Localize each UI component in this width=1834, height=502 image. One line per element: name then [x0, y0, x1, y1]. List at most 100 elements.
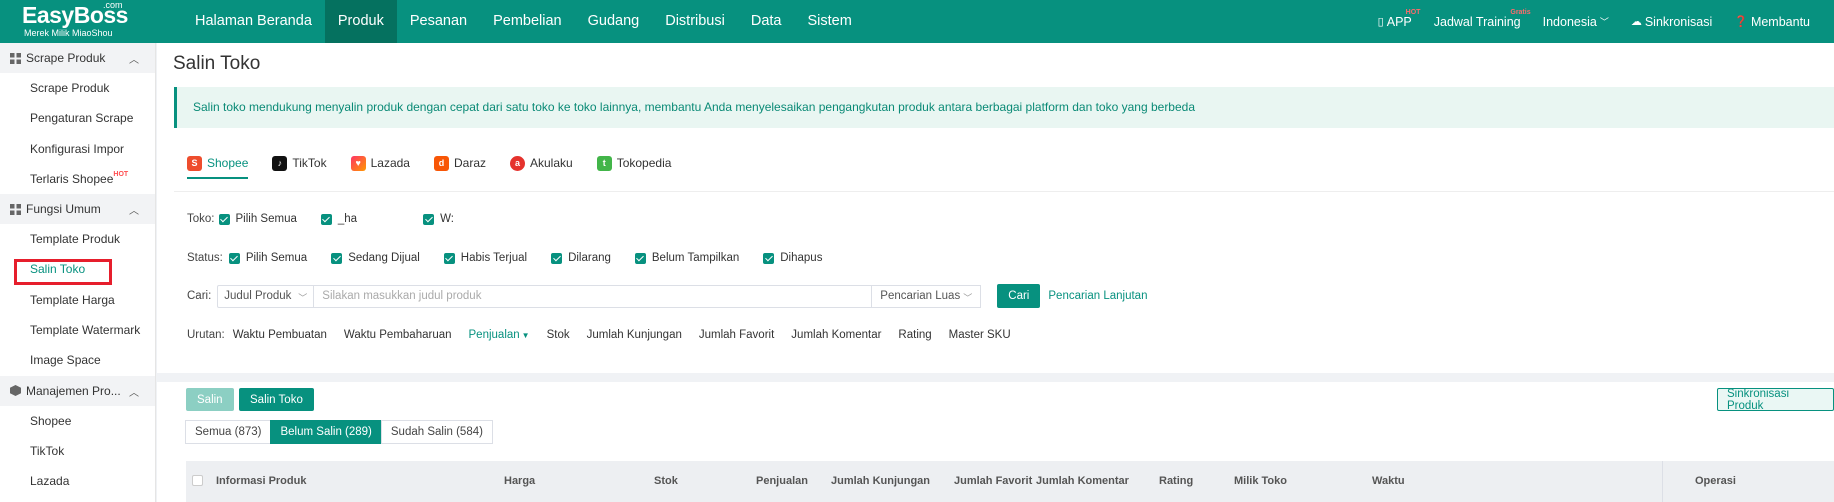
tab-akulaku[interactable]: a Akulaku	[510, 153, 573, 173]
nav-pembelian[interactable]: Pembelian	[480, 0, 575, 43]
sidebar-item-terlaris-shopee[interactable]: Terlaris Shopee HOT	[0, 164, 155, 194]
sidebar-item-template-produk[interactable]: Template Produk	[0, 224, 155, 254]
main-nav: Halaman Beranda Produk Pesanan Pembelian…	[182, 0, 865, 43]
sort-stok[interactable]: Stok	[547, 329, 570, 341]
language-select[interactable]: Indonesia ﹀	[1543, 15, 1609, 29]
status-checkbox-dihapus[interactable]: Dihapus	[763, 252, 822, 264]
training-free-badge: Gratis	[1510, 8, 1531, 16]
copy-shop-button[interactable]: Salin Toko	[239, 388, 314, 411]
sidebar-item-shopee[interactable]: Shopee	[0, 406, 155, 436]
sidebar-group-scrape[interactable]: Scrape Produk ︿	[0, 43, 155, 73]
nav-gudang[interactable]: Gudang	[575, 0, 653, 43]
checkbox-label: Habis Terjual	[460, 252, 528, 264]
sort-penjualan[interactable]: Penjualan ▼	[469, 329, 530, 341]
copy-button[interactable]: Salin	[186, 388, 234, 411]
col-jumlah-komentar: Jumlah Komentar	[1036, 475, 1129, 487]
search-input[interactable]: Silakan masukkan judul produk	[314, 284, 873, 308]
tab-shopee[interactable]: S Shopee	[187, 153, 249, 179]
toko-checkbox-all[interactable]: Pilih Semua	[218, 213, 297, 225]
column-divider	[1662, 461, 1663, 502]
tab-tiktok[interactable]: ♪ TikTok	[272, 153, 327, 173]
brand-subtitle: Merek Milik MiaoShou	[24, 28, 113, 38]
col-milik-toko: Milik Toko	[1234, 475, 1287, 487]
tab-sudah-salin[interactable]: Sudah Salin (584)	[380, 420, 493, 444]
toko-checkbox-1[interactable]: _ha	[320, 213, 357, 225]
checkbox-checked-icon	[551, 252, 563, 264]
sort-master-sku[interactable]: Master SKU	[949, 329, 1011, 341]
tab-label: Daraz	[453, 156, 486, 170]
search-field-select[interactable]: Judul Produk ﹀	[217, 284, 315, 308]
sidebar-item-template-harga[interactable]: Template Harga	[0, 285, 155, 315]
sidebar-item-scrape-produk[interactable]: Scrape Produk	[0, 73, 155, 103]
nav-data[interactable]: Data	[738, 0, 795, 43]
tab-label: TikTok	[292, 156, 327, 170]
status-checkbox-belum-tampilkan[interactable]: Belum Tampilkan	[634, 252, 740, 264]
checkbox-checked-icon	[331, 252, 343, 264]
tab-label: Tokopedia	[616, 156, 672, 170]
training-link[interactable]: Jadwal Training Gratis	[1433, 9, 1531, 29]
select-all-checkbox[interactable]	[192, 475, 203, 486]
tab-lazada[interactable]: ♥ Lazada	[350, 153, 410, 173]
col-rating: Rating	[1159, 475, 1194, 487]
sidebar-item-pengaturan-scrape[interactable]: Pengaturan Scrape	[0, 103, 155, 133]
tab-tokopedia[interactable]: t Tokopedia	[596, 153, 672, 173]
sort-jumlah-favorit[interactable]: Jumlah Favorit	[699, 329, 774, 341]
sort-jumlah-kunjungan[interactable]: Jumlah Kunjungan	[587, 329, 682, 341]
status-label: Status:	[187, 252, 223, 264]
checkbox-label: Belum Tampilkan	[651, 252, 740, 264]
nav-home[interactable]: Halaman Beranda	[182, 0, 325, 43]
chevron-down-icon: ﹀	[963, 292, 973, 303]
sidebar-item-tiktok[interactable]: TikTok	[0, 436, 155, 466]
sidebar-item-konfigurasi-impor[interactable]: Konfigurasi Impor	[0, 134, 155, 164]
main-content: Salin Toko Salin toko mendukung menyalin…	[157, 43, 1834, 502]
sort-jumlah-komentar[interactable]: Jumlah Komentar	[791, 329, 881, 341]
tiktok-icon: ♪	[272, 155, 288, 171]
sidebar-item-lazada[interactable]: Lazada	[0, 466, 155, 496]
search-mode-select[interactable]: Pencarian Luas ﹀	[872, 284, 982, 308]
sidebar-item-image-space[interactable]: Image Space	[0, 345, 155, 375]
brand-suffix: .com	[103, 0, 123, 10]
sidebar: Scrape Produk ︿ Scrape Produk Pengaturan…	[0, 43, 156, 502]
nav-produk[interactable]: Produk	[324, 0, 397, 43]
tab-belum-salin[interactable]: Belum Salin (289)	[270, 420, 382, 444]
sidebar-item-template-watermark[interactable]: Template Watermark	[0, 315, 155, 345]
chevron-up-icon: ︿	[129, 387, 139, 399]
sync-link[interactable]: ☁ Sinkronisasi	[1631, 15, 1712, 29]
status-filter: Status: Pilih Semua Sedang Dijual Habis …	[187, 252, 838, 264]
sidebar-group-fungsi-umum[interactable]: Fungsi Umum ︿	[0, 194, 155, 225]
nav-pesanan[interactable]: Pesanan	[397, 0, 480, 43]
col-stok: Stok	[654, 475, 678, 487]
help-link[interactable]: ❓ Membantu	[1734, 15, 1810, 29]
logo[interactable]: EasyBoss .com Merek Milik MiaoShou	[0, 0, 150, 43]
status-checkbox-all[interactable]: Pilih Semua	[228, 252, 307, 264]
sort-waktu-pembuatan[interactable]: Waktu Pembuatan	[233, 329, 327, 341]
checkbox-label: Pilih Semua	[235, 213, 297, 225]
sync-products-button[interactable]: Sinkronisasi Produk	[1717, 388, 1834, 412]
search-button[interactable]: Cari	[997, 284, 1041, 308]
checkbox-checked-icon	[634, 252, 646, 264]
nav-distribusi[interactable]: Distribusi	[652, 0, 738, 43]
checkbox-label: W:	[440, 213, 454, 225]
checkbox-label: Dilarang	[568, 252, 611, 264]
tab-daraz[interactable]: d Daraz	[433, 153, 486, 173]
col-jumlah-kunjungan: Jumlah Kunjungan	[831, 475, 930, 487]
status-checkbox-dilarang[interactable]: Dilarang	[551, 252, 611, 264]
language-label: Indonesia	[1542, 14, 1597, 29]
tab-label: Shopee	[207, 156, 249, 170]
advanced-search-link[interactable]: Pencarian Lanjutan	[1048, 290, 1147, 302]
sort-waktu-pembaharuan[interactable]: Waktu Pembaharuan	[344, 329, 452, 341]
sidebar-group-label: Scrape Produk	[26, 51, 106, 65]
grid-icon	[10, 203, 21, 215]
tab-semua[interactable]: Semua (873)	[185, 420, 272, 444]
toko-checkbox-2[interactable]: W:	[423, 213, 454, 225]
status-checkbox-habis[interactable]: Habis Terjual	[443, 252, 528, 264]
sort-rating[interactable]: Rating	[898, 329, 931, 341]
status-checkbox-dijual[interactable]: Sedang Dijual	[331, 252, 420, 264]
phone-icon: ▯	[1377, 16, 1384, 28]
nav-sistem[interactable]: Sistem	[794, 0, 864, 43]
col-operasi: Operasi	[1695, 475, 1736, 487]
training-label: Jadwal Training	[1433, 14, 1521, 29]
sidebar-group-manajemen-produk[interactable]: Manajemen Pro... ︿	[0, 375, 155, 406]
lazada-icon: ♥	[350, 155, 366, 171]
app-link[interactable]: ▯ APP HOT	[1377, 9, 1421, 29]
